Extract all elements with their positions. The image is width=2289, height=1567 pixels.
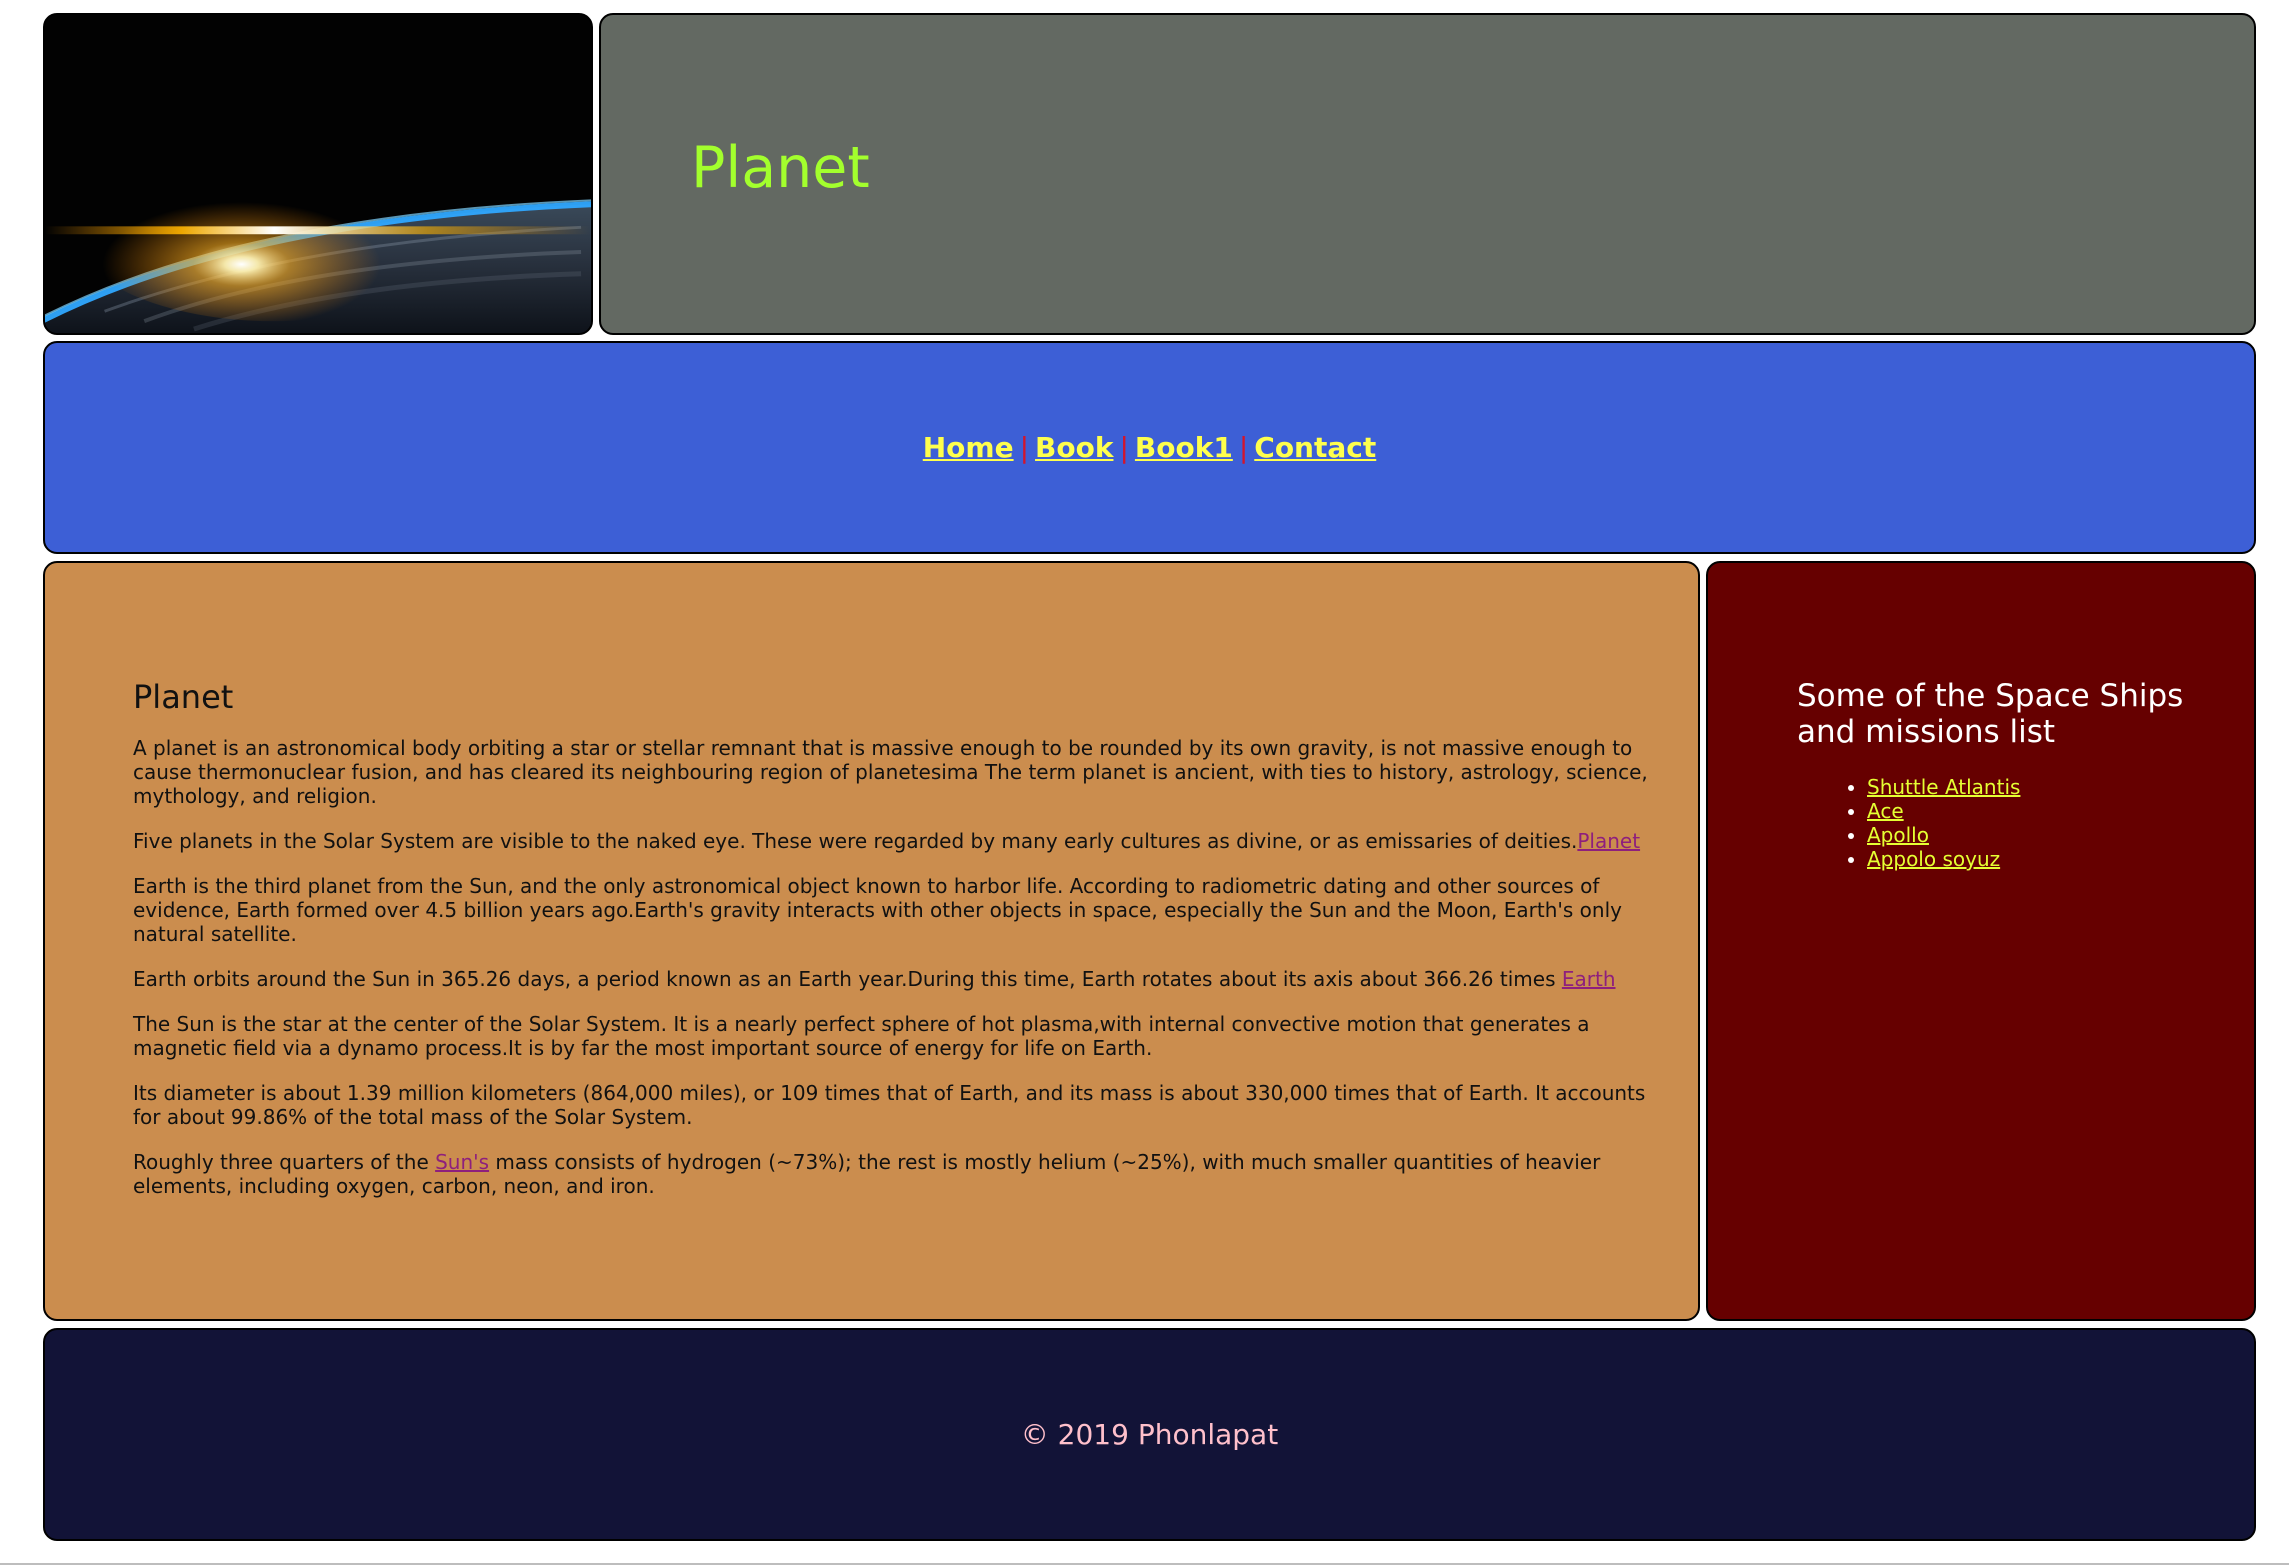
sidebar: Some of the Space Ships and missions lis… xyxy=(1706,561,2256,1321)
mission-link-ace[interactable]: Ace xyxy=(1867,799,1904,823)
nav-separator: | xyxy=(1238,431,1249,464)
paragraph-4-text: Earth orbits around the Sun in 365.26 da… xyxy=(133,967,1562,992)
nav-links: Home | Book | Book1 | Contact xyxy=(923,431,1377,464)
earth-link[interactable]: Earth xyxy=(1562,967,1616,991)
paragraph-7-before: Roughly three quarters of the xyxy=(133,1150,436,1175)
paragraph-5: The Sun is the star at the center of the… xyxy=(133,1012,1590,1061)
footer-copyright: © 2019 Phonlapat xyxy=(1020,1418,1279,1451)
footer: © 2019 Phonlapat xyxy=(43,1328,2256,1541)
page: Planet Home | Book | Book1 | Contact Planet A … xyxy=(0,0,2289,1567)
list-item: Ace xyxy=(1867,799,2217,823)
nav-link-home[interactable]: Home xyxy=(923,431,1014,464)
nav-link-book[interactable]: Book xyxy=(1035,431,1113,464)
nav-separator: | xyxy=(1119,431,1129,464)
site-title: Planet xyxy=(691,135,870,201)
main-content: Planet A planet is an astronomical body … xyxy=(43,561,1700,1321)
mission-link-apollo[interactable]: Apollo xyxy=(1867,823,1929,847)
nav-separator: | xyxy=(1019,431,1030,464)
header-image xyxy=(43,13,593,335)
nav-link-contact[interactable]: Contact xyxy=(1254,431,1376,464)
paragraph-2-text: Five planets in the Solar System are vis… xyxy=(133,829,1578,854)
missions-list: Shuttle Atlantis Ace Apollo Appolo soyuz xyxy=(1797,775,2217,871)
list-item: Appolo soyuz xyxy=(1867,847,2217,871)
list-item: Apollo xyxy=(1867,823,2217,847)
paragraph-1: A planet is an astronomical body orbitin… xyxy=(133,736,1648,809)
paragraph-4: Earth orbits around the Sun in 365.26 da… xyxy=(133,967,1663,991)
paragraph-7: Roughly three quarters of the Sun's mass… xyxy=(133,1150,1663,1198)
sidebar-inner: Some of the Space Ships and missions lis… xyxy=(1797,678,2217,871)
planet-link[interactable]: Planet xyxy=(1577,829,1640,853)
paragraph-6: Its diameter is about 1.39 million kilom… xyxy=(133,1081,1646,1130)
mission-link-shuttle-atlantis[interactable]: Shuttle Atlantis xyxy=(1867,775,2020,799)
paragraph-2: Five planets in the Solar System are vis… xyxy=(133,829,1663,853)
sidebar-heading: Some of the Space Ships and missions lis… xyxy=(1797,678,2184,750)
nav-bar: Home | Book | Book1 | Contact xyxy=(43,341,2256,554)
suns-link[interactable]: Sun's xyxy=(435,1150,489,1174)
mission-link-appolo-soyuz[interactable]: Appolo soyuz xyxy=(1867,847,2000,871)
article: Planet A planet is an astronomical body … xyxy=(133,678,1663,1219)
list-item: Shuttle Atlantis xyxy=(1867,775,2217,799)
earth-sunrise-image xyxy=(45,15,591,333)
bottom-divider xyxy=(0,1563,2289,1565)
title-panel: Planet xyxy=(599,13,2256,335)
nav-link-book1[interactable]: Book1 xyxy=(1135,431,1233,464)
paragraph-3: Earth is the third planet from the Sun, … xyxy=(133,874,1622,947)
article-heading: Planet xyxy=(133,678,234,716)
